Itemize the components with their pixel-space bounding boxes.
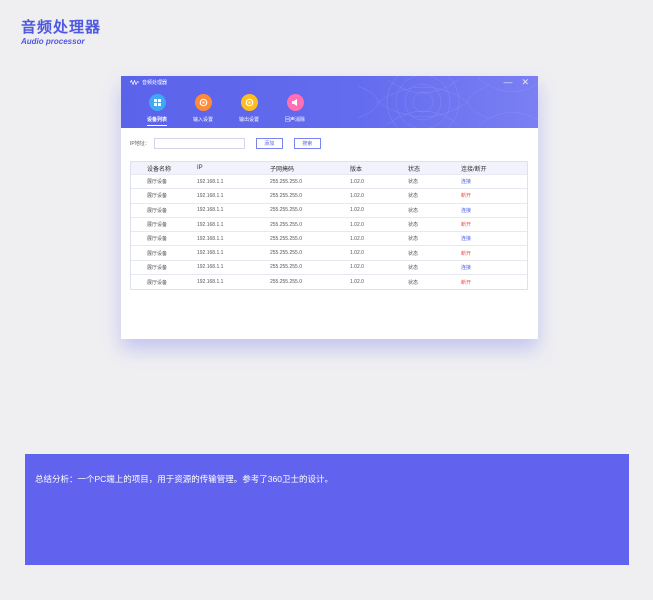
cell-ip: 192.168.1.1 <box>197 264 224 271</box>
nav-label: 设备列表 <box>146 117 167 123</box>
main-nav: 设备列表 输入设置 输出设置 回声消除 <box>134 94 318 126</box>
window-title-text: 音频处理器 <box>142 80 168 86</box>
search-toolbar: IP地址： 添加 搜索 <box>130 138 321 149</box>
nav-item-device-list[interactable]: 设备列表 <box>134 94 180 126</box>
cell-subnet-mask: 255.255.255.0 <box>270 250 302 257</box>
brand-title: 音频处理器 <box>21 19 102 36</box>
table-row: 展厅设备 192.168.1.1 255.255.255.0 1.02.0 状态 断开 <box>131 189 527 204</box>
cell-status: 状态 <box>408 250 419 257</box>
column-header-version: 版本 <box>350 166 363 173</box>
cell-device-name: 展厅设备 <box>147 264 168 271</box>
cell-version: 1.02.0 <box>350 207 364 214</box>
table-row: 展厅设备 192.168.1.1 255.255.255.0 1.02.0 状态 断开 <box>131 246 527 261</box>
nav-label: 输出设置 <box>238 117 259 123</box>
minimize-button[interactable]: — <box>503 77 512 87</box>
summary-panel: 总结分析：一个PC端上的项目，用于资源的传输管理。参考了360卫士的设计。 <box>25 454 629 565</box>
connect-toggle-link[interactable]: 断开 <box>461 192 527 199</box>
cell-version: 1.02.0 <box>350 221 364 228</box>
cell-device-name: 展厅设备 <box>147 222 168 229</box>
window-header: 音频处理器 — ✕ 设备列表 输入设置 输出设置 回声消除 <box>121 76 538 128</box>
cell-status: 状态 <box>408 222 419 229</box>
app-window: 音频处理器 — ✕ 设备列表 输入设置 输出设置 回声消除 IP地址： 添加 搜… <box>121 76 538 339</box>
window-controls: — ✕ <box>503 77 529 87</box>
cell-device-name: 展厅设备 <box>147 250 168 257</box>
cell-device-name: 展厅设备 <box>147 207 168 214</box>
cell-ip: 192.168.1.1 <box>197 279 224 286</box>
cell-subnet-mask: 255.255.255.0 <box>270 279 302 286</box>
column-header-mask: 子网掩码 <box>270 166 295 173</box>
cell-subnet-mask: 255.255.255.0 <box>270 235 302 242</box>
echo-cancel-icon <box>286 94 304 111</box>
table-row: 展厅设备 192.168.1.1 255.255.255.0 1.02.0 状态 连接 <box>131 232 527 247</box>
cell-ip: 192.168.1.1 <box>197 192 224 199</box>
cell-version: 1.02.0 <box>350 279 364 286</box>
cell-subnet-mask: 255.255.255.0 <box>270 221 302 228</box>
cell-ip: 192.168.1.1 <box>197 235 224 242</box>
cell-subnet-mask: 255.255.255.0 <box>270 264 302 271</box>
cell-status: 状态 <box>408 179 419 186</box>
connect-toggle-link[interactable]: 断开 <box>461 221 527 228</box>
column-header-action: 连接/断开 <box>461 166 487 173</box>
brand: 音频处理器 Audio processor <box>21 19 101 47</box>
ip-label: IP地址： <box>130 141 150 147</box>
cell-version: 1.02.0 <box>350 250 364 257</box>
cell-status: 状态 <box>408 236 419 243</box>
cell-subnet-mask: 255.255.255.0 <box>270 192 302 199</box>
output-settings-icon <box>240 94 258 111</box>
table-row: 展厅设备 192.168.1.1 255.255.255.0 1.02.0 状态 连接 <box>131 204 527 218</box>
connect-toggle-link[interactable]: 连接 <box>461 178 527 185</box>
table-row: 展厅设备 192.168.1.1 255.255.255.0 1.02.0 状态 断开 <box>131 275 527 289</box>
add-button[interactable]: 添加 <box>255 138 283 149</box>
cell-status: 状态 <box>408 279 419 286</box>
cell-version: 1.02.0 <box>350 264 364 271</box>
cell-version: 1.02.0 <box>350 235 364 242</box>
cell-ip: 192.168.1.1 <box>197 207 224 214</box>
cell-status: 状态 <box>408 264 419 271</box>
connect-toggle-link[interactable]: 连接 <box>461 235 527 242</box>
table-row: 展厅设备 192.168.1.1 255.255.255.0 1.02.0 状态 连接 <box>131 175 527 190</box>
search-button[interactable]: 搜索 <box>293 138 321 149</box>
table-row: 展厅设备 192.168.1.1 255.255.255.0 1.02.0 状态 连接 <box>131 261 527 276</box>
cell-device-name: 展厅设备 <box>147 279 168 286</box>
close-button[interactable]: ✕ <box>521 77 529 87</box>
cell-ip: 192.168.1.1 <box>197 178 224 185</box>
device-table: 设备名称 IP 子网掩码 版本 状态 连接/断开 展厅设备 192.168.1.1… <box>130 161 528 291</box>
connect-toggle-link[interactable]: 断开 <box>461 250 527 257</box>
column-header-name: 设备名称 <box>147 166 172 173</box>
connect-toggle-link[interactable]: 连接 <box>461 207 527 214</box>
cell-subnet-mask: 255.255.255.0 <box>270 178 302 185</box>
cell-device-name: 展厅设备 <box>147 236 168 243</box>
cell-status: 状态 <box>408 193 419 200</box>
nav-label: 回声消除 <box>284 117 305 123</box>
connect-toggle-link[interactable]: 连接 <box>461 264 527 271</box>
window-title: 音频处理器 <box>130 79 167 86</box>
cell-status: 状态 <box>408 207 419 214</box>
table-header: 设备名称 IP 子网掩码 版本 状态 连接/断开 <box>131 162 527 175</box>
brand-subtitle: Audio processor <box>21 37 85 46</box>
input-settings-icon <box>194 94 212 111</box>
column-header-status: 状态 <box>408 166 421 173</box>
summary-text: 总结分析：一个PC端上的项目，用于资源的传输管理。参考了360卫士的设计。 <box>35 474 333 484</box>
column-header-ip: IP <box>197 165 203 171</box>
cell-ip: 192.168.1.1 <box>197 250 224 257</box>
nav-item-input-settings[interactable]: 输入设置 <box>180 94 226 126</box>
cell-ip: 192.168.1.1 <box>197 221 224 228</box>
active-tab-indicator <box>147 125 167 126</box>
nav-item-output-settings[interactable]: 输出设置 <box>226 94 272 126</box>
table-row: 展厅设备 192.168.1.1 255.255.255.0 1.02.0 状态 断开 <box>131 218 527 233</box>
nav-item-echo-cancel[interactable]: 回声消除 <box>272 94 318 126</box>
nav-label: 输入设置 <box>192 117 213 123</box>
waveform-icon <box>130 80 139 85</box>
cell-subnet-mask: 255.255.255.0 <box>270 207 302 214</box>
cell-version: 1.02.0 <box>350 178 364 185</box>
connect-toggle-link[interactable]: 断开 <box>461 279 527 286</box>
cell-device-name: 展厅设备 <box>147 193 168 200</box>
ip-input[interactable] <box>153 138 245 149</box>
cell-device-name: 展厅设备 <box>147 179 168 186</box>
cell-version: 1.02.0 <box>350 192 364 199</box>
device-list-icon <box>148 94 166 111</box>
